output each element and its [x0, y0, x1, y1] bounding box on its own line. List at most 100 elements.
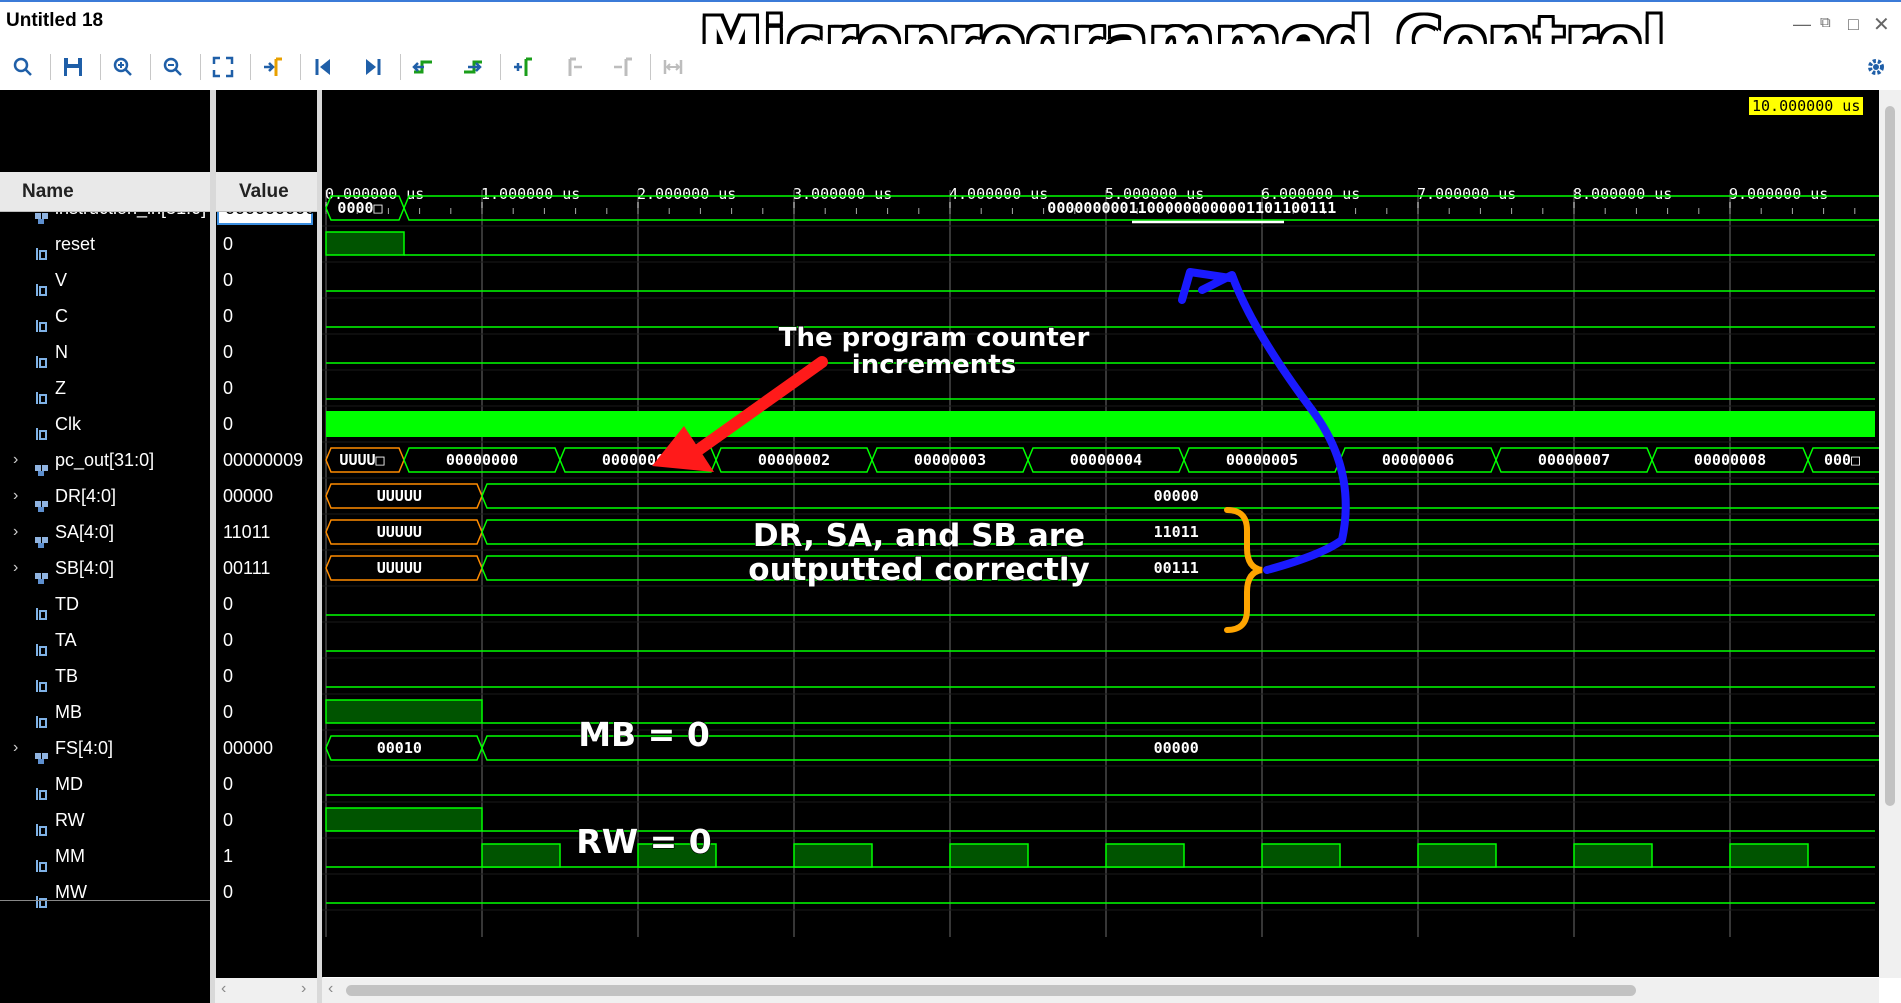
scroll-left-icon[interactable]: ‹ — [328, 980, 333, 998]
signal-value: 0 — [223, 774, 234, 794]
pc-value: 00000004 — [1070, 451, 1142, 469]
signal-value: 0 — [223, 342, 234, 362]
annotation-regs-line1: DR, SA, and SB are — [753, 518, 1085, 554]
signal-name: RW — [55, 810, 85, 830]
signal-row[interactable]: › SA[4:0] — [0, 514, 210, 550]
signal-row[interactable]: TA — [0, 622, 210, 658]
signal-row[interactable]: MD — [0, 766, 210, 802]
mm-pulse — [1417, 843, 1497, 868]
pc-value: 00000006 — [1382, 451, 1454, 469]
values-scrollbar[interactable]: ‹ › — [215, 978, 317, 1003]
mm-pulse — [1261, 843, 1341, 868]
signal-row[interactable]: MB — [0, 694, 210, 730]
signal-name: MB — [55, 702, 82, 722]
signal-row[interactable]: TD — [0, 586, 210, 622]
signal-row[interactable]: C — [0, 298, 210, 334]
instruction-main-value: 00000000011000000000001101100111 — [1047, 199, 1336, 217]
window-title: Untitled 18 — [6, 10, 104, 31]
waveform-area[interactable]: 0.000000 us 1.000000 us 2.000000 us 3.00000… — [322, 90, 1879, 977]
close-icon[interactable]: ✕ — [1873, 12, 1890, 37]
register-value: 00000 — [1154, 487, 1199, 505]
signal-value: 0 — [223, 414, 234, 434]
vertical-scrollbar[interactable] — [1879, 90, 1901, 978]
go-to-start-icon[interactable] — [308, 52, 338, 82]
instruction-first-value: 0000□ — [337, 199, 382, 217]
maximize-icon[interactable]: □ — [1848, 14, 1859, 35]
expand-chevron-icon[interactable]: › — [13, 514, 18, 550]
list-end-divider — [0, 900, 210, 901]
signal-high-block — [325, 807, 483, 832]
expand-chevron-icon[interactable]: › — [13, 730, 18, 766]
swap-cursors-icon — [658, 52, 688, 82]
zoom-out-icon[interactable] — [158, 52, 188, 82]
signal-name: N — [55, 342, 68, 362]
signal-value: 0 — [223, 882, 234, 902]
mm-pulse — [481, 843, 561, 868]
settings-icon[interactable] — [1861, 52, 1891, 82]
title-bar: Untitled 18 Microprogrammed Control — ⧉ … — [0, 0, 1901, 72]
signal-row[interactable]: Clk — [0, 406, 210, 442]
previous-marker-icon — [558, 52, 588, 82]
signal-name: C — [55, 306, 68, 326]
panel-divider[interactable] — [210, 90, 216, 1003]
signal-row[interactable]: MM — [0, 838, 210, 874]
expand-chevron-icon[interactable]: › — [13, 442, 18, 478]
signal-row[interactable]: Z — [0, 370, 210, 406]
mm-pulse — [1729, 843, 1809, 868]
undefined-value: UUUUU — [377, 487, 422, 505]
zoom-in-icon[interactable] — [108, 52, 138, 82]
go-to-end-icon[interactable] — [358, 52, 388, 82]
annotation-pc-line2: increments — [852, 350, 1016, 380]
mm-pulse — [1573, 843, 1653, 868]
annotation-regs-line2: outputted correctly — [748, 552, 1089, 588]
next-transition-icon[interactable] — [458, 52, 488, 82]
signal-row[interactable]: RW — [0, 802, 210, 838]
horizontal-scroll-thumb[interactable] — [346, 985, 1636, 996]
signal-row[interactable]: › SB[4:0] — [0, 550, 210, 586]
signal-values-panel: 0000000000000000000000900000110110011100… — [215, 90, 317, 1003]
restore-icon[interactable]: ⧉ — [1820, 14, 1831, 31]
signal-row[interactable]: V — [0, 262, 210, 298]
signal-name: Clk — [55, 414, 81, 434]
signal-row[interactable]: MW — [0, 874, 210, 910]
signal-name: DR[4:0] — [55, 486, 117, 506]
red-arrow-shaft — [681, 356, 828, 464]
signal-row[interactable]: › FS[4:0] — [0, 730, 210, 766]
signal-row[interactable]: › DR[4:0] — [0, 478, 210, 514]
horizontal-scrollbar[interactable]: ‹ — [322, 978, 1879, 1003]
value-column-header[interactable]: Value — [215, 172, 317, 212]
signal-value: 00000 — [223, 738, 274, 758]
signal-value: 11011 — [223, 522, 271, 542]
signal-name: pc_out[31:0] — [55, 450, 155, 470]
save-icon[interactable] — [58, 52, 88, 82]
previous-transition-icon[interactable] — [408, 52, 438, 82]
expand-chevron-icon[interactable]: › — [13, 478, 18, 514]
time-tick-label: 3.000000 us — [793, 185, 892, 203]
expand-chevron-icon[interactable]: › — [13, 550, 18, 586]
signal-icon — [34, 885, 48, 921]
zoom-fit-icon[interactable] — [208, 52, 238, 82]
go-to-cursor-icon[interactable] — [258, 52, 288, 82]
signal-high-block — [325, 231, 405, 256]
vertical-scroll-thumb[interactable] — [1885, 106, 1895, 806]
minimize-icon[interactable]: — — [1793, 14, 1811, 35]
fs-main-value: 00000 — [1154, 739, 1199, 757]
search-icon[interactable] — [8, 52, 38, 82]
pc-value: 00000005 — [1226, 451, 1298, 469]
signal-value: 1 — [223, 846, 234, 866]
signal-row[interactable]: N — [0, 334, 210, 370]
pc-last-value: 000□ — [1824, 451, 1860, 469]
signal-value: 0 — [223, 702, 234, 722]
signal-value: 0 — [223, 630, 234, 650]
name-column-header[interactable]: Name — [0, 172, 210, 212]
add-marker-icon[interactable] — [508, 52, 538, 82]
pc-value: 00000007 — [1538, 451, 1610, 469]
signal-row[interactable]: › pc_out[31:0] — [0, 442, 210, 478]
signal-row[interactable]: TB — [0, 658, 210, 694]
time-tick-label: 1.000000 us — [481, 185, 580, 203]
signal-row[interactable]: reset — [0, 226, 210, 262]
pc-value: 00000000 — [446, 451, 518, 469]
signal-name: Z — [55, 378, 66, 398]
signal-name: TD — [55, 594, 79, 614]
next-marker-icon — [608, 52, 638, 82]
